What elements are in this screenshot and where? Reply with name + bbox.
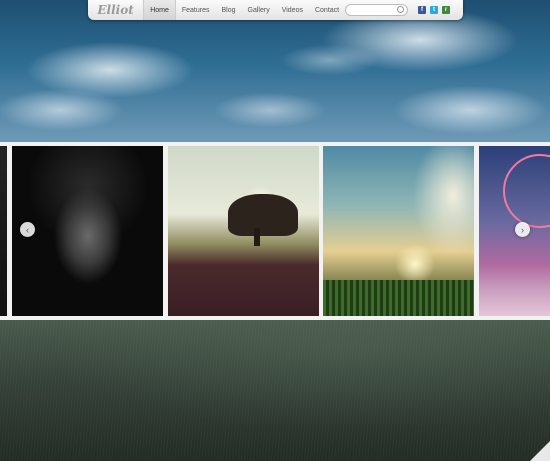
ferris-wheel: [503, 154, 550, 228]
menu-item-videos[interactable]: Videos: [276, 0, 309, 20]
tree-silhouette: [228, 194, 298, 236]
menu-item-blog[interactable]: Blog: [216, 0, 242, 20]
page-corner-fold: [530, 441, 550, 461]
menu-item-contact[interactable]: Contact: [309, 0, 345, 20]
top-navigation-bar: Elliot Home Features Blog Gallery Videos…: [88, 0, 463, 20]
slider-prev-button[interactable]: ‹: [20, 222, 35, 237]
hero-sky-background: [0, 0, 550, 142]
menu-item-home[interactable]: Home: [143, 0, 176, 20]
slider-next-button[interactable]: ›: [515, 222, 530, 237]
facebook-icon[interactable]: f: [418, 6, 426, 14]
slide-image-cornfield-sun[interactable]: [323, 146, 474, 316]
search-icon[interactable]: [397, 6, 404, 13]
slide-image-partial-left[interactable]: [0, 146, 7, 316]
grass-background: [0, 320, 550, 461]
menu-item-features[interactable]: Features: [176, 0, 216, 20]
main-menu: Home Features Blog Gallery Videos Contac…: [143, 0, 345, 20]
image-slider: ‹ ›: [0, 142, 550, 320]
rss-icon[interactable]: r: [442, 6, 450, 14]
menu-item-gallery[interactable]: Gallery: [242, 0, 276, 20]
slide-image-tree-sunset[interactable]: [168, 146, 319, 316]
site-logo[interactable]: Elliot: [88, 0, 143, 20]
cornfield: [323, 280, 474, 316]
search-input[interactable]: [345, 4, 408, 16]
tree-trunk: [254, 228, 260, 246]
twitter-icon[interactable]: t: [430, 6, 438, 14]
social-links: f t r: [418, 6, 450, 14]
